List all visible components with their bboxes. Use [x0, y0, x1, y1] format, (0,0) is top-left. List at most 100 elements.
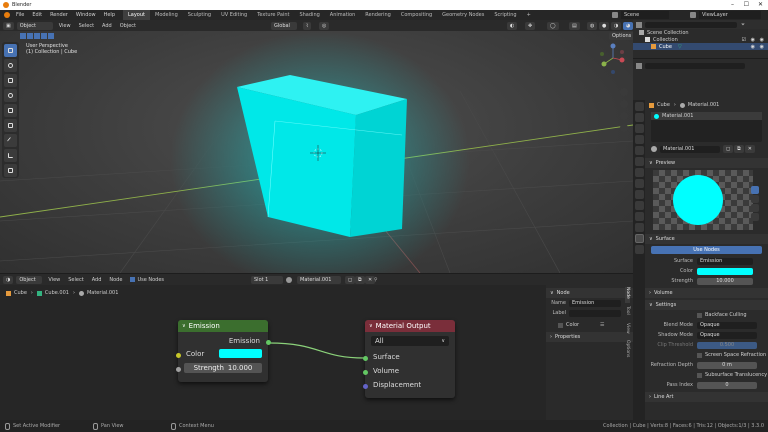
- color-swatch[interactable]: [219, 349, 262, 358]
- blender-menu-icon[interactable]: [4, 12, 10, 18]
- tab-geometry-nodes[interactable]: Geometry Nodes: [437, 10, 489, 20]
- shading-solid-button[interactable]: ●: [599, 21, 610, 30]
- material-slot-item[interactable]: Material.001: [651, 112, 762, 120]
- tab-texture-paint[interactable]: Texture Paint: [252, 10, 294, 20]
- add-cube-tool[interactable]: [4, 164, 17, 177]
- pin-icon[interactable]: ⚲: [374, 277, 378, 283]
- tab-animation[interactable]: Animation: [325, 10, 361, 20]
- shading-rendered-button[interactable]: ◕: [623, 21, 634, 30]
- select-invert-mode-button[interactable]: [41, 33, 47, 39]
- backface-checkbox[interactable]: [697, 312, 702, 318]
- settings-panel-header[interactable]: ∨ Settings: [645, 300, 768, 310]
- perspective-toggle-icon[interactable]: [620, 124, 628, 132]
- viewport-menu-object[interactable]: Object: [120, 23, 136, 29]
- scale-tool[interactable]: [4, 104, 17, 117]
- select-box-tool[interactable]: [4, 44, 17, 57]
- node-name-field[interactable]: Emission: [569, 299, 621, 307]
- preview-panel-header[interactable]: ∨ Preview: [645, 158, 768, 168]
- volume-input-socket[interactable]: [362, 370, 368, 375]
- tab-sculpting[interactable]: Sculpting: [183, 10, 216, 20]
- navigation-gizmo[interactable]: [598, 42, 628, 78]
- outliner-collection[interactable]: Collection ☑ ◉ ◉: [633, 36, 768, 43]
- outliner-editor-icon[interactable]: [636, 21, 642, 28]
- surface-panel-header[interactable]: ∨ Surface: [645, 234, 768, 244]
- emission-output-socket[interactable]: [265, 340, 271, 345]
- view-layer-tab-icon[interactable]: [634, 135, 644, 144]
- object-tab-icon[interactable]: [634, 168, 644, 177]
- physics-tab-icon[interactable]: [634, 201, 644, 210]
- data-tab-icon[interactable]: [634, 223, 644, 232]
- outliner-search[interactable]: [645, 21, 737, 28]
- use-nodes-checkbox[interactable]: [130, 277, 136, 282]
- displacement-input-socket[interactable]: [362, 384, 368, 389]
- overlay-toggle[interactable]: ◯: [547, 21, 559, 30]
- material-datablock-field[interactable]: Material.001: [660, 145, 720, 153]
- color-input-socket[interactable]: [175, 353, 181, 358]
- sidebar-tab-node[interactable]: Node: [625, 287, 630, 303]
- properties-panel-header[interactable]: › Properties: [546, 332, 633, 342]
- node-menu-select[interactable]: Select: [68, 277, 83, 283]
- visibility-dropdown[interactable]: ◐: [507, 21, 518, 30]
- measure-tool[interactable]: [4, 149, 17, 162]
- move-tool[interactable]: [4, 74, 17, 87]
- preview-world-button[interactable]: [751, 213, 759, 221]
- outliner-cube-row[interactable]: Cube ▽ ◉ ◉: [633, 43, 768, 50]
- select-intersect-mode-button[interactable]: [48, 33, 54, 39]
- emission-node[interactable]: ∨ Emission Emission Color Strength 10.000: [175, 320, 271, 382]
- menu-help[interactable]: Help: [104, 12, 115, 18]
- node-editor-type-button[interactable]: ◑: [3, 275, 14, 284]
- transform-tool[interactable]: [4, 119, 17, 132]
- viewlayer-selector[interactable]: ViewLayer: [690, 11, 761, 19]
- object-mode-dropdown[interactable]: Object Mode: [16, 21, 53, 37]
- material-new-button[interactable]: ⧉: [355, 275, 365, 284]
- xray-toggle[interactable]: ▤: [569, 21, 580, 30]
- menu-render[interactable]: Render: [50, 12, 68, 18]
- properties-search[interactable]: [645, 62, 745, 69]
- viewport-menu-add[interactable]: Add: [102, 23, 112, 29]
- close-button[interactable]: ✕: [758, 1, 763, 8]
- editor-type-button[interactable]: ▣: [3, 21, 14, 30]
- node-panel-header[interactable]: ∨ Node: [546, 288, 633, 298]
- sidebar-tab-tool[interactable]: Tool: [625, 306, 630, 320]
- volume-panel-header[interactable]: › Volume: [645, 288, 768, 298]
- camera-view-icon[interactable]: [620, 112, 628, 120]
- menu-file[interactable]: File: [16, 12, 24, 18]
- tab-compositing[interactable]: Compositing: [396, 10, 437, 20]
- proportional-edit-toggle[interactable]: ◎: [319, 21, 330, 30]
- viewport-menu-view[interactable]: View: [59, 23, 71, 29]
- tab-layout[interactable]: Layout: [123, 10, 150, 20]
- gizmo-toggle[interactable]: ✥: [525, 21, 536, 30]
- add-workspace-button[interactable]: +: [522, 10, 536, 20]
- node-menu-view[interactable]: View: [48, 277, 60, 283]
- shader-type-dropdown[interactable]: Object: [16, 275, 43, 284]
- viewport-menu-select[interactable]: Select: [79, 23, 94, 29]
- outliner-filter-icon[interactable]: ⏷: [741, 22, 745, 28]
- pass-index-field[interactable]: 0: [697, 381, 757, 389]
- sidebar-tab-options[interactable]: Options: [625, 340, 630, 362]
- node-color-menu-icon[interactable]: ☰: [600, 322, 604, 328]
- particles-tab-icon[interactable]: [634, 190, 644, 199]
- slot-dropdown[interactable]: Slot 1: [251, 275, 283, 284]
- pan-hand-icon[interactable]: [620, 100, 628, 108]
- strength-field[interactable]: Strength 10.000: [184, 363, 262, 373]
- maximize-button[interactable]: ☐: [744, 1, 749, 8]
- surface-input-socket[interactable]: [362, 356, 368, 361]
- node-label-field[interactable]: [569, 309, 621, 317]
- node-menu-node[interactable]: Node: [109, 277, 122, 283]
- sss-checkbox[interactable]: [697, 372, 702, 378]
- options-dropdown[interactable]: Options: [609, 32, 633, 40]
- collection-checkbox-icon[interactable]: ☑: [742, 37, 746, 43]
- preview-hair-button[interactable]: [751, 204, 759, 212]
- node-color-checkbox[interactable]: [558, 322, 563, 328]
- outliner-scene-collection[interactable]: Scene Collection: [633, 29, 768, 36]
- preview-cube-button[interactable]: [751, 195, 759, 203]
- select-subtract-mode-button[interactable]: [34, 33, 40, 39]
- scene-tab-icon[interactable]: [634, 146, 644, 155]
- world-tab-icon[interactable]: [634, 157, 644, 166]
- modifier-tab-icon[interactable]: [634, 179, 644, 188]
- minimize-button[interactable]: –: [731, 1, 734, 8]
- tab-modeling[interactable]: Modeling: [150, 10, 183, 20]
- properties-editor-icon[interactable]: [636, 62, 642, 69]
- menu-window[interactable]: Window: [76, 12, 96, 18]
- node-menu-add[interactable]: Add: [92, 277, 102, 283]
